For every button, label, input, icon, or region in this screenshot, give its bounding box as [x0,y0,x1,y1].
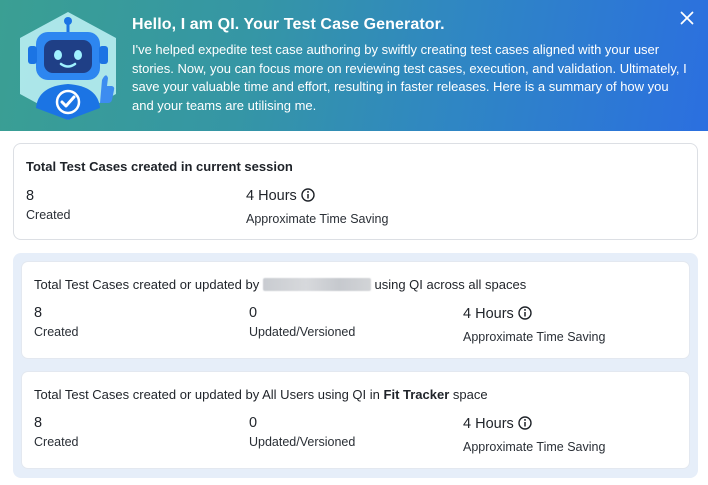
session-saving-label: Approximate Time Saving [246,212,389,226]
space-heading: Total Test Cases created or updated by A… [34,387,488,402]
qi-banner: Hello, I am QI. Your Test Case Generator… [0,0,708,131]
space-heading-suffix: space [452,387,488,402]
user-spaces-card: Total Test Cases created or updated by u… [22,262,689,358]
session-summary-card: Total Test Cases created in current sess… [13,143,698,240]
session-created-value: 8 [26,188,35,204]
session-created-label: Created [26,208,71,222]
usage-summary-group: Total Test Cases created or updated by u… [13,253,698,478]
session-heading: Total Test Cases created in current sess… [26,159,293,174]
user-saving-value: 4 Hours [463,306,514,322]
space-name: Fit Tracker [383,387,450,402]
user-updated-label: Updated/Versioned [249,325,356,339]
space-card: Total Test Cases created or updated by A… [22,372,689,468]
session-saving-value-wrap: 4 Hours [246,188,315,204]
space-created-value: 8 [34,415,43,431]
info-icon[interactable] [518,306,532,320]
user-spaces-heading: Total Test Cases created or updated by u… [34,277,526,292]
robot-check-icon [20,12,116,120]
info-icon[interactable] [518,416,532,430]
space-updated-label: Updated/Versioned [249,435,356,449]
space-saving-value: 4 Hours [463,416,514,432]
user-created-value: 8 [34,305,43,321]
user-saving-value-wrap: 4 Hours [463,306,532,322]
space-heading-prefix: Total Test Cases created or updated by A… [34,387,380,402]
user-created-label: Created [34,325,79,339]
space-created-label: Created [34,435,79,449]
redacted-username [262,278,371,291]
info-icon[interactable] [301,188,315,202]
space-saving-label: Approximate Time Saving [463,440,606,454]
space-saving-value-wrap: 4 Hours [463,416,532,432]
user-updated-value: 0 [249,305,258,321]
banner-description: I've helped expedite test case authoring… [132,42,687,113]
banner-title: Hello, I am QI. Your Test Case Generator… [132,16,445,33]
user-spaces-heading-prefix: Total Test Cases created or updated by [34,277,260,292]
close-icon[interactable] [678,9,696,27]
session-saving-value: 4 Hours [246,188,297,204]
user-spaces-heading-suffix: using QI across all spaces [374,277,527,292]
space-updated-value: 0 [249,415,258,431]
user-saving-label: Approximate Time Saving [463,330,606,344]
